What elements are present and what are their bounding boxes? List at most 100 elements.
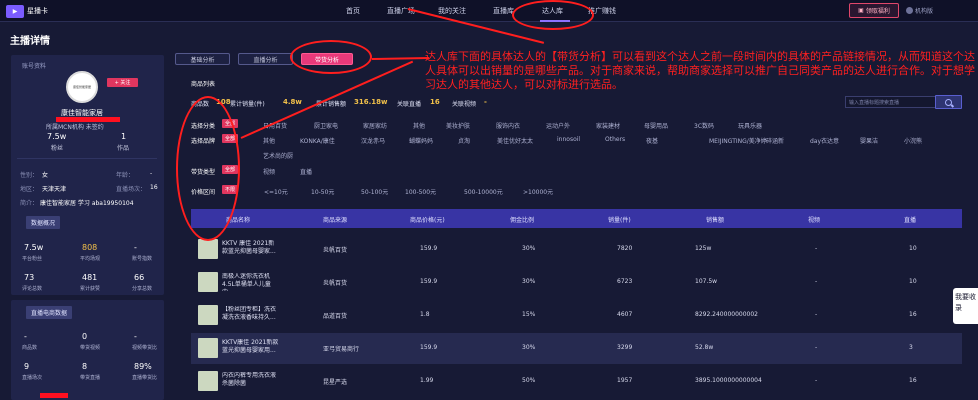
filter-option-category[interactable]: 家装建材 <box>596 121 620 130</box>
product-name[interactable]: KKTV 康佳 2021新款蓝光抑菌母婴家... <box>222 240 280 258</box>
product-thumbnail[interactable] <box>198 305 218 325</box>
filter-option-brand[interactable]: 蝴蝶妈妈 <box>409 136 433 145</box>
filter-option-category[interactable]: 美妆护肤 <box>446 121 470 130</box>
logo-icon: ▶ <box>6 4 24 18</box>
product-source: 炎帆百货 <box>323 280 348 287</box>
tab-live-analysis[interactable]: 直播分析 <box>238 53 293 65</box>
avatar-text: 康佳智能家居 <box>72 85 91 89</box>
table-row[interactable]: 南极人迷你洗衣机 4.5L单桶单人儿童内... 炎帆百货 159.9 30% 6723 1… <box>191 267 962 298</box>
search-button[interactable] <box>935 95 962 109</box>
table-row[interactable]: 【粉丝团专柜】洗衣凝洗衣液香味持久... 品道百货 1.8 15% 4607 8292.2… <box>191 300 962 331</box>
product-name[interactable]: 【粉丝团专柜】洗衣凝洗衣液香味持久... <box>222 306 280 324</box>
filter-option-price[interactable]: 50-100元 <box>361 187 388 196</box>
search-input[interactable]: 输入直播标题搜索直播 <box>845 96 936 108</box>
filter-option-category[interactable]: 服饰内衣 <box>496 121 520 130</box>
filter-option-price[interactable]: 500-10000元 <box>464 187 503 196</box>
product-revenue: 8292.240000000002 <box>695 311 758 318</box>
filter-option-brand[interactable]: 汉龙赤马 <box>361 136 385 145</box>
filter-option-category[interactable]: 3C数码 <box>694 121 714 130</box>
summary-value: 16 <box>430 98 440 106</box>
filter-option-brand[interactable]: 其他 <box>263 136 275 145</box>
filter-option-type[interactable]: 视频 <box>263 167 275 176</box>
mcn-info: 所属MCN机构 未签约 <box>46 124 104 131</box>
filter-option-category[interactable]: 家居家纺 <box>363 121 387 130</box>
filter-option-price[interactable]: >10000元 <box>523 187 553 196</box>
table-header-cell: 佣金比例 <box>510 217 535 224</box>
floating-collect-widget[interactable]: 我要收录 <box>953 288 978 324</box>
section-tag-overview: 数据概况 <box>26 216 61 229</box>
filter-option-brand[interactable]: 美佳优好太太 <box>497 136 533 145</box>
annotation-text: 达人库下面的具体达人的【带货分析】可以看到这个达人之前一段时间内的具体的产品链接… <box>425 50 975 91</box>
product-thumbnail[interactable] <box>198 371 218 391</box>
nav-item-live-library[interactable]: 直播库 <box>493 6 514 16</box>
product-thumbnail[interactable] <box>198 338 218 358</box>
filter-option-category[interactable]: 运动户外 <box>546 121 570 130</box>
stat-label: 平台粉丝 <box>22 256 43 262</box>
product-list-title: 商品列表 <box>191 81 216 88</box>
avatar-icon <box>906 7 913 14</box>
table-row[interactable]: 内衣内裤专用洗衣液杀菌除菌 昆星严选 1.99 50% 1957 3895.1000000… <box>191 366 962 397</box>
live-count-label: 直播场次： <box>116 186 147 193</box>
filter-option-brand[interactable]: 碎涵新 <box>766 136 784 145</box>
table-row[interactable]: KKTV康佳 2021新款蓝光抑菌母婴家用... 亚弓贸易商行 159.9 30% 32… <box>191 333 962 364</box>
region-label: 地区： <box>20 186 39 193</box>
annotation-arrow-2 <box>371 57 430 60</box>
filter-option-price[interactable]: <=10元 <box>264 187 288 196</box>
filter-option-brand[interactable]: 贞淘 <box>458 136 470 145</box>
stat-value: 89% <box>134 362 152 371</box>
region-value: 天津天津 <box>42 186 67 193</box>
product-thumbnail[interactable] <box>198 272 218 292</box>
avatar: 康佳智能家居 <box>66 71 98 103</box>
filter-option-price[interactable]: 100-500元 <box>405 187 436 196</box>
product-commission: 30% <box>522 278 536 285</box>
intro-value: 康佳智能家居 学习 aba19950104 <box>40 200 134 207</box>
filter-option-brand[interactable]: MEIJINGTING/美净婷 <box>709 136 767 145</box>
filter-option-brand[interactable]: day衣达意 <box>810 136 839 145</box>
stat-label: 账号指数 <box>132 256 153 262</box>
logo[interactable]: ▶ 星播卡 <box>6 4 48 18</box>
filter-option-price[interactable]: 10-50元 <box>311 187 334 196</box>
summary-value: 4.8w <box>283 98 302 106</box>
product-source: 亚弓贸易商行 <box>323 346 360 353</box>
summary-value: 316.18w <box>354 98 388 106</box>
nav-item-home[interactable]: 首页 <box>346 6 360 16</box>
product-sales: 7820 <box>617 245 633 252</box>
filter-option-brand[interactable]: Others <box>605 136 625 143</box>
product-name[interactable]: 内衣内裤专用洗衣液杀菌除菌 <box>222 372 280 390</box>
filter-option-brand[interactable]: 夜基 <box>646 136 658 145</box>
stat-label: 直播带货比 <box>132 375 158 381</box>
table-header-cell: 商品价格(元) <box>410 217 445 224</box>
product-source: 品道百货 <box>323 313 348 320</box>
table-header-cell: 视频 <box>808 217 821 224</box>
product-sales: 3299 <box>617 344 633 351</box>
table-row[interactable]: KKTV 康佳 2021新款蓝光抑菌母婴家... 炎帆百货 159.9 30% 7820… <box>191 234 962 265</box>
follow-button[interactable]: + 关注 <box>107 78 138 87</box>
table-header-cell: 销量(件) <box>608 217 631 224</box>
filter-option-brand[interactable]: 婴果洁 <box>860 136 878 145</box>
product-video: - <box>815 377 818 384</box>
tab-basic-analysis[interactable]: 基础分析 <box>175 53 230 65</box>
nav-item-following[interactable]: 我的关注 <box>438 6 466 16</box>
table-header <box>191 209 962 228</box>
filter-option-brand[interactable]: innosoil <box>557 136 580 143</box>
filter-option-brand[interactable]: KONKA/康佳 <box>300 136 335 145</box>
product-live: 3 <box>909 344 913 351</box>
product-thumbnail[interactable] <box>198 239 218 259</box>
stat-label: 直播场次 <box>22 375 43 381</box>
user-menu[interactable]: 机构版 <box>906 6 933 15</box>
product-revenue: 107.5w <box>695 278 718 285</box>
product-video: - <box>815 245 818 252</box>
nav-item-live-square[interactable]: 直播广场 <box>387 6 415 16</box>
product-name[interactable]: KKTV康佳 2021新款蓝光抑菌母婴家用... <box>222 339 280 357</box>
filter-option-category[interactable]: 厨卫家电 <box>314 121 338 130</box>
filter-option-brand[interactable]: 艺术尚的厨 <box>263 151 293 160</box>
product-sales: 4607 <box>617 311 633 318</box>
filter-option-brand[interactable]: 小浣熊 <box>904 136 922 145</box>
filter-option-category[interactable]: 玩具乐器 <box>738 121 762 130</box>
filter-option-category[interactable]: 其他 <box>413 121 425 130</box>
product-name[interactable]: 南极人迷你洗衣机 4.5L单桶单人儿童内... <box>222 273 280 291</box>
product-source: 炎帆百货 <box>323 247 348 254</box>
claim-benefit-button[interactable]: ▣ 领取福利 <box>849 3 899 18</box>
filter-option-category[interactable]: 母婴用品 <box>644 121 668 130</box>
filter-option-type[interactable]: 直播 <box>300 167 312 176</box>
